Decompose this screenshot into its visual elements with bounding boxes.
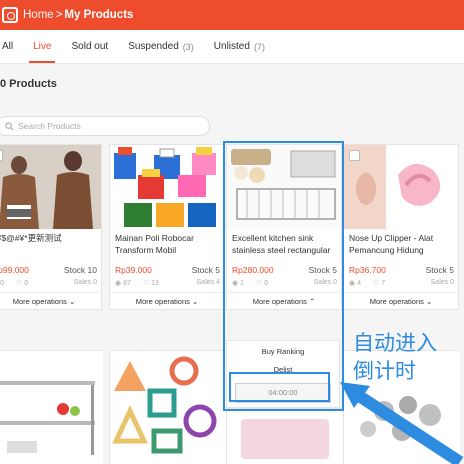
product-title[interactable]: Nose Up Clipper - Alat Pemancung Hidung: [344, 229, 458, 263]
likes-icon: ♡ 13: [142, 280, 159, 287]
highlight-box: [223, 141, 344, 411]
product-card[interactable]: [0, 350, 103, 464]
product-title[interactable]: #¥$@#¥*更新测试: [0, 229, 101, 263]
tab-count: (7): [253, 41, 265, 52]
select-checkbox[interactable]: [349, 150, 360, 161]
select-checkbox[interactable]: [0, 150, 3, 161]
countdown-highlight: [229, 372, 330, 402]
product-image[interactable]: [0, 145, 101, 229]
tab-unlisted[interactable]: Unlisted (7): [214, 30, 265, 63]
product-image[interactable]: [344, 145, 458, 229]
chevron-down-icon: ⌄: [69, 297, 76, 306]
tab-suspended[interactable]: Suspended (3): [128, 30, 194, 63]
product-price: Rp36.700: [349, 265, 386, 275]
product-image[interactable]: [0, 351, 103, 464]
shop-bag-icon[interactable]: [2, 7, 18, 23]
product-stock: Stock 10: [63, 265, 97, 275]
product-price: Rp99.000: [0, 265, 29, 275]
product-card[interactable]: [226, 408, 343, 464]
views-icon: ◉ 0: [0, 280, 4, 287]
product-card[interactable]: #¥$@#¥*更新测试 Rp99.000 Stock 10 ◉ 0 ♡ 0 Sal…: [0, 144, 102, 310]
tab-all[interactable]: All: [2, 30, 13, 63]
chevron-down-icon: ⌄: [426, 297, 433, 306]
product-image[interactable]: [110, 351, 226, 464]
breadcrumb-home[interactable]: Home: [23, 9, 54, 21]
sales-count: Sales 0: [430, 279, 454, 286]
product-stock: Stock 5: [425, 265, 454, 275]
views-icon: ◉ 87: [115, 280, 131, 287]
more-operations-button[interactable]: More operations ⌄: [110, 292, 224, 309]
product-stock: Stock 5: [191, 265, 220, 275]
product-card[interactable]: [109, 350, 226, 464]
more-operations-button[interactable]: More operations ⌄: [0, 292, 101, 309]
annotation-line-1: 自动进入: [353, 331, 437, 355]
likes-icon: ♡ 0: [15, 280, 29, 287]
views-icon: ◉ 4: [349, 280, 361, 287]
product-card[interactable]: Nose Up Clipper - Alat Pemancung Hidung …: [343, 144, 459, 310]
search-icon: [5, 121, 14, 130]
breadcrumb-current: My Products: [64, 9, 134, 21]
arrow-icon: [340, 382, 464, 464]
sales-count: Sales 0: [73, 279, 97, 286]
product-image[interactable]: [227, 409, 343, 464]
breadcrumb-separator: >: [55, 9, 63, 21]
likes-icon: ♡ 7: [372, 280, 386, 287]
tab-sold-out[interactable]: Sold out: [71, 30, 108, 63]
tab-live[interactable]: Live: [29, 30, 56, 63]
product-card[interactable]: Mainan Poli Robocar Transform Mobil Rp39…: [109, 144, 225, 310]
search-placeholder: Search Products: [18, 121, 81, 131]
chevron-down-icon: ⌄: [192, 297, 199, 306]
search-input[interactable]: Search Products: [0, 116, 210, 136]
product-image[interactable]: [110, 145, 224, 229]
top-bar: Home > My Products: [0, 0, 464, 30]
sales-count: Sales 4: [196, 279, 220, 286]
product-title[interactable]: Mainan Poli Robocar Transform Mobil: [110, 229, 224, 263]
more-operations-button[interactable]: More operations ⌄: [344, 292, 458, 309]
tab-count: (3): [182, 41, 194, 52]
status-tabs: All Live Sold out Suspended (3) Unlisted(…: [0, 30, 464, 64]
product-count-title: 0 Products: [0, 78, 57, 90]
product-price: Rp39.000: [115, 265, 152, 275]
